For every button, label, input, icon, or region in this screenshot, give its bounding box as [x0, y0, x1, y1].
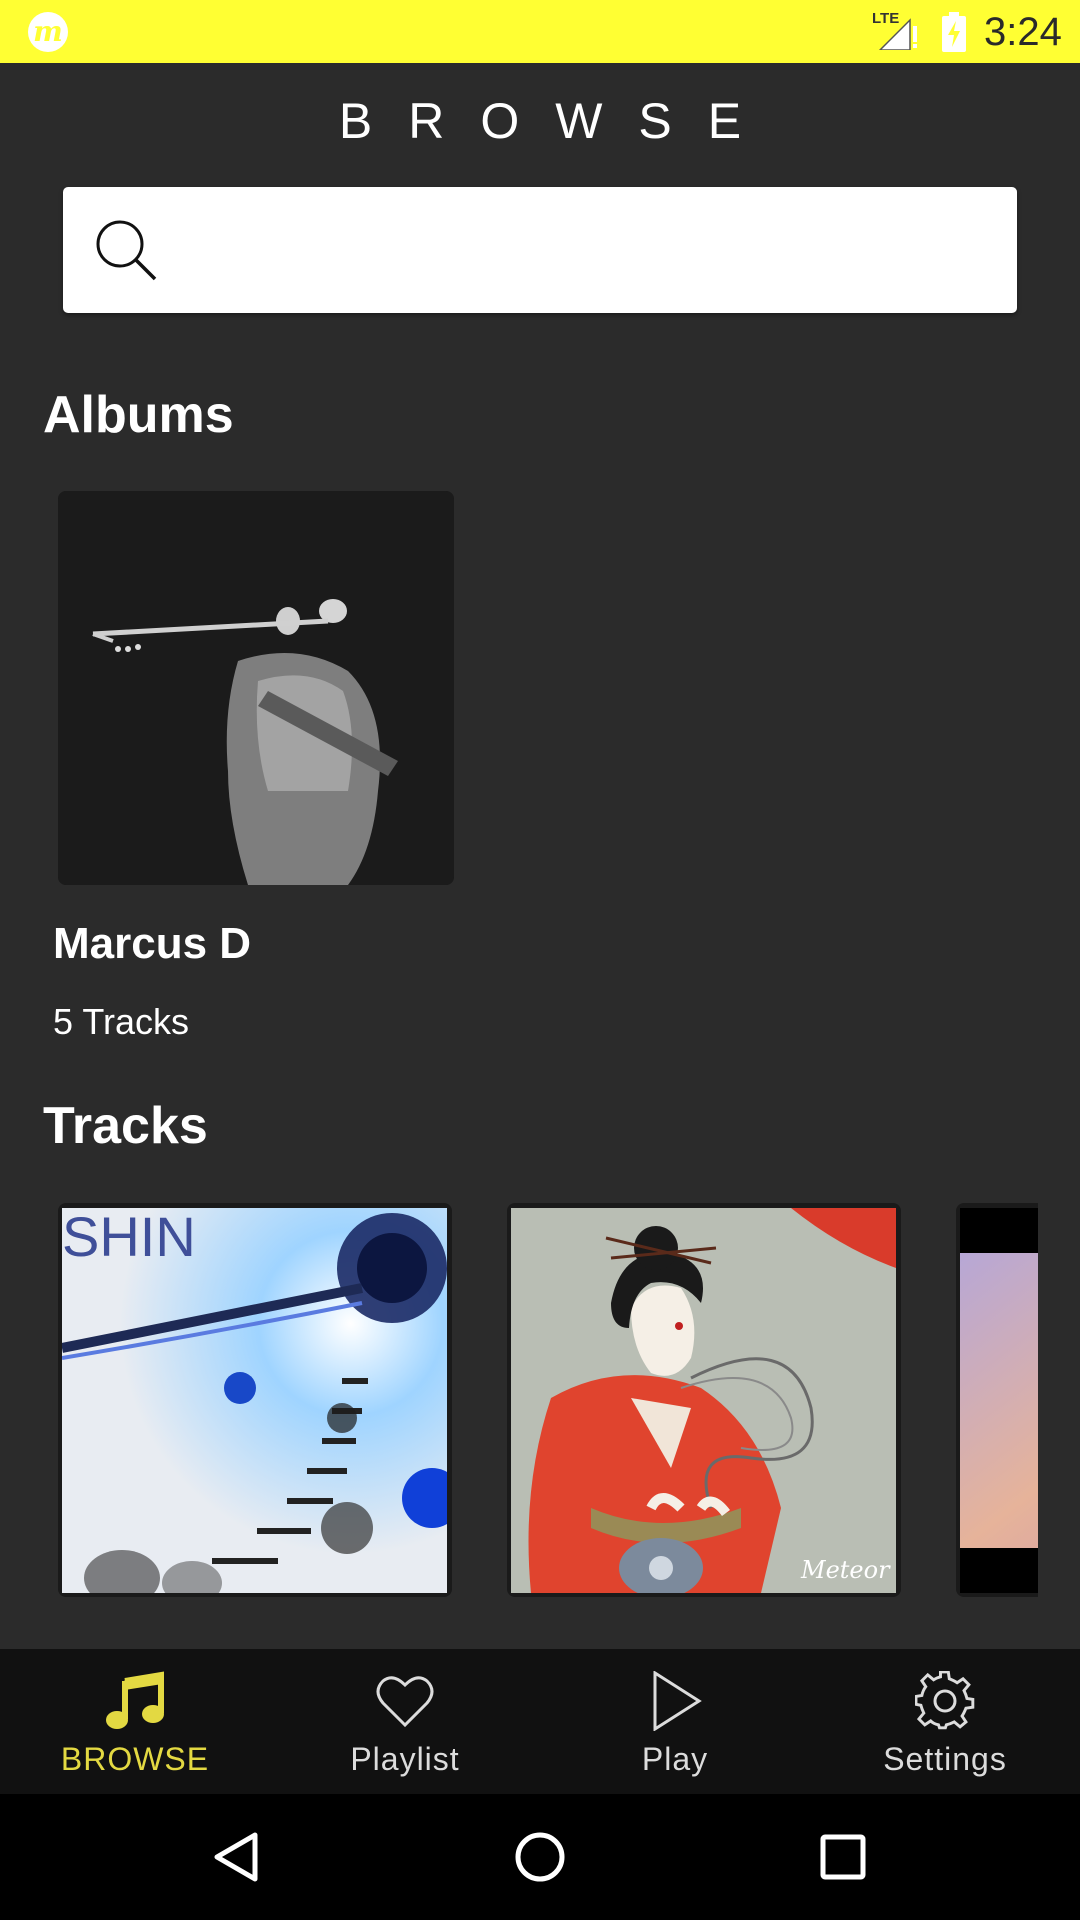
track-cover-image: Meteor [511, 1208, 896, 1593]
recents-icon[interactable] [813, 1827, 873, 1887]
search-bar[interactable] [63, 187, 1017, 313]
nav-browse[interactable]: BROWSE [0, 1649, 270, 1794]
app-logo-icon: m [28, 12, 68, 52]
nav-play-label: Play [641, 1741, 709, 1777]
album-cover-image[interactable] [58, 491, 454, 885]
gear-icon [915, 1671, 975, 1730]
album-track-count: 5 Tracks [53, 1001, 190, 1042]
search-input[interactable] [183, 187, 993, 313]
nav-play[interactable]: Play [540, 1649, 810, 1794]
battery-charging-icon [942, 12, 966, 52]
back-icon[interactable] [207, 1827, 267, 1887]
nav-settings[interactable]: Settings [810, 1649, 1080, 1794]
svg-text:SHIN: SHIN [62, 1208, 196, 1268]
search-icon [96, 220, 157, 281]
track-cover-image [960, 1208, 1038, 1593]
home-icon[interactable] [510, 1827, 570, 1887]
nav-playlist-label: Playlist [350, 1741, 460, 1777]
tracks-carousel[interactable]: SHIN Meteor [0, 1203, 1038, 1597]
system-nav-bar [0, 1794, 1080, 1920]
track-cover-image: SHIN [62, 1208, 447, 1593]
nav-settings-label: Settings [883, 1741, 1007, 1777]
status-bar: m LTE 3:24 [0, 0, 1080, 63]
bottom-nav: BROWSE Playlist Play Settings [0, 1649, 1080, 1794]
album-title: Marcus D [53, 919, 252, 968]
svg-text:Meteor: Meteor [800, 1556, 891, 1584]
album-card[interactable]: Marcus D 5 Tracks [53, 491, 454, 1042]
nav-browse-label: BROWSE [60, 1741, 210, 1777]
heart-icon [376, 1676, 434, 1728]
tracks-heading: Tracks [43, 1097, 208, 1155]
signal-icon [878, 18, 917, 50]
albums-heading: Albums [43, 386, 234, 444]
track-card[interactable] [956, 1203, 1038, 1597]
track-card[interactable]: SHIN [58, 1203, 452, 1597]
play-icon [653, 1671, 702, 1731]
music-note-icon [106, 1671, 164, 1729]
nav-playlist[interactable]: Playlist [270, 1649, 540, 1794]
clock: 3:24 [984, 10, 1062, 54]
page-title: BROWSE [338, 93, 778, 149]
track-card[interactable]: Meteor [507, 1203, 901, 1597]
